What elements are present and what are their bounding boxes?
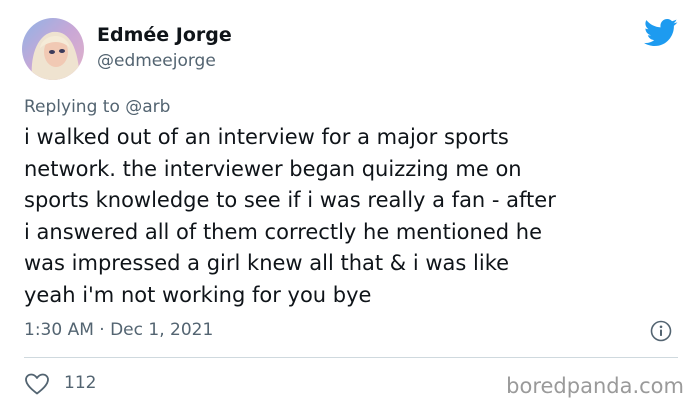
tweet-line: network. the interviewer began quizzing …	[24, 156, 522, 181]
tweet-text: i walked out of an interview for a major…	[24, 122, 684, 311]
divider	[24, 357, 678, 358]
tweet-line: i answered all of them correctly he ment…	[24, 219, 542, 244]
avatar-image	[22, 18, 84, 80]
tweet-line: yeah i'm not working for you bye	[24, 282, 372, 307]
info-icon[interactable]	[650, 320, 672, 342]
like-count: 112	[64, 373, 97, 393]
author-handle[interactable]: @edmeejorge	[97, 51, 216, 71]
twitter-bird-icon	[644, 18, 678, 48]
author-name[interactable]: Edmée Jorge	[97, 24, 232, 46]
tweet-line: sports knowledge to see if i was really …	[24, 188, 556, 212]
tweet-timestamp[interactable]: 1:30 AM · Dec 1, 2021	[24, 320, 213, 340]
heart-icon[interactable]	[24, 372, 50, 396]
reply-mention-link[interactable]: @arb	[125, 97, 170, 117]
tweet-line: i walked out of an interview for a major…	[24, 125, 509, 149]
replying-prefix: Replying to	[24, 97, 120, 117]
tweet-line: was impressed a girl knew all that & i w…	[24, 251, 510, 275]
avatar[interactable]	[22, 18, 84, 80]
watermark: boredpanda.com	[506, 374, 684, 398]
replying-to: Replying to @arb	[24, 97, 170, 117]
